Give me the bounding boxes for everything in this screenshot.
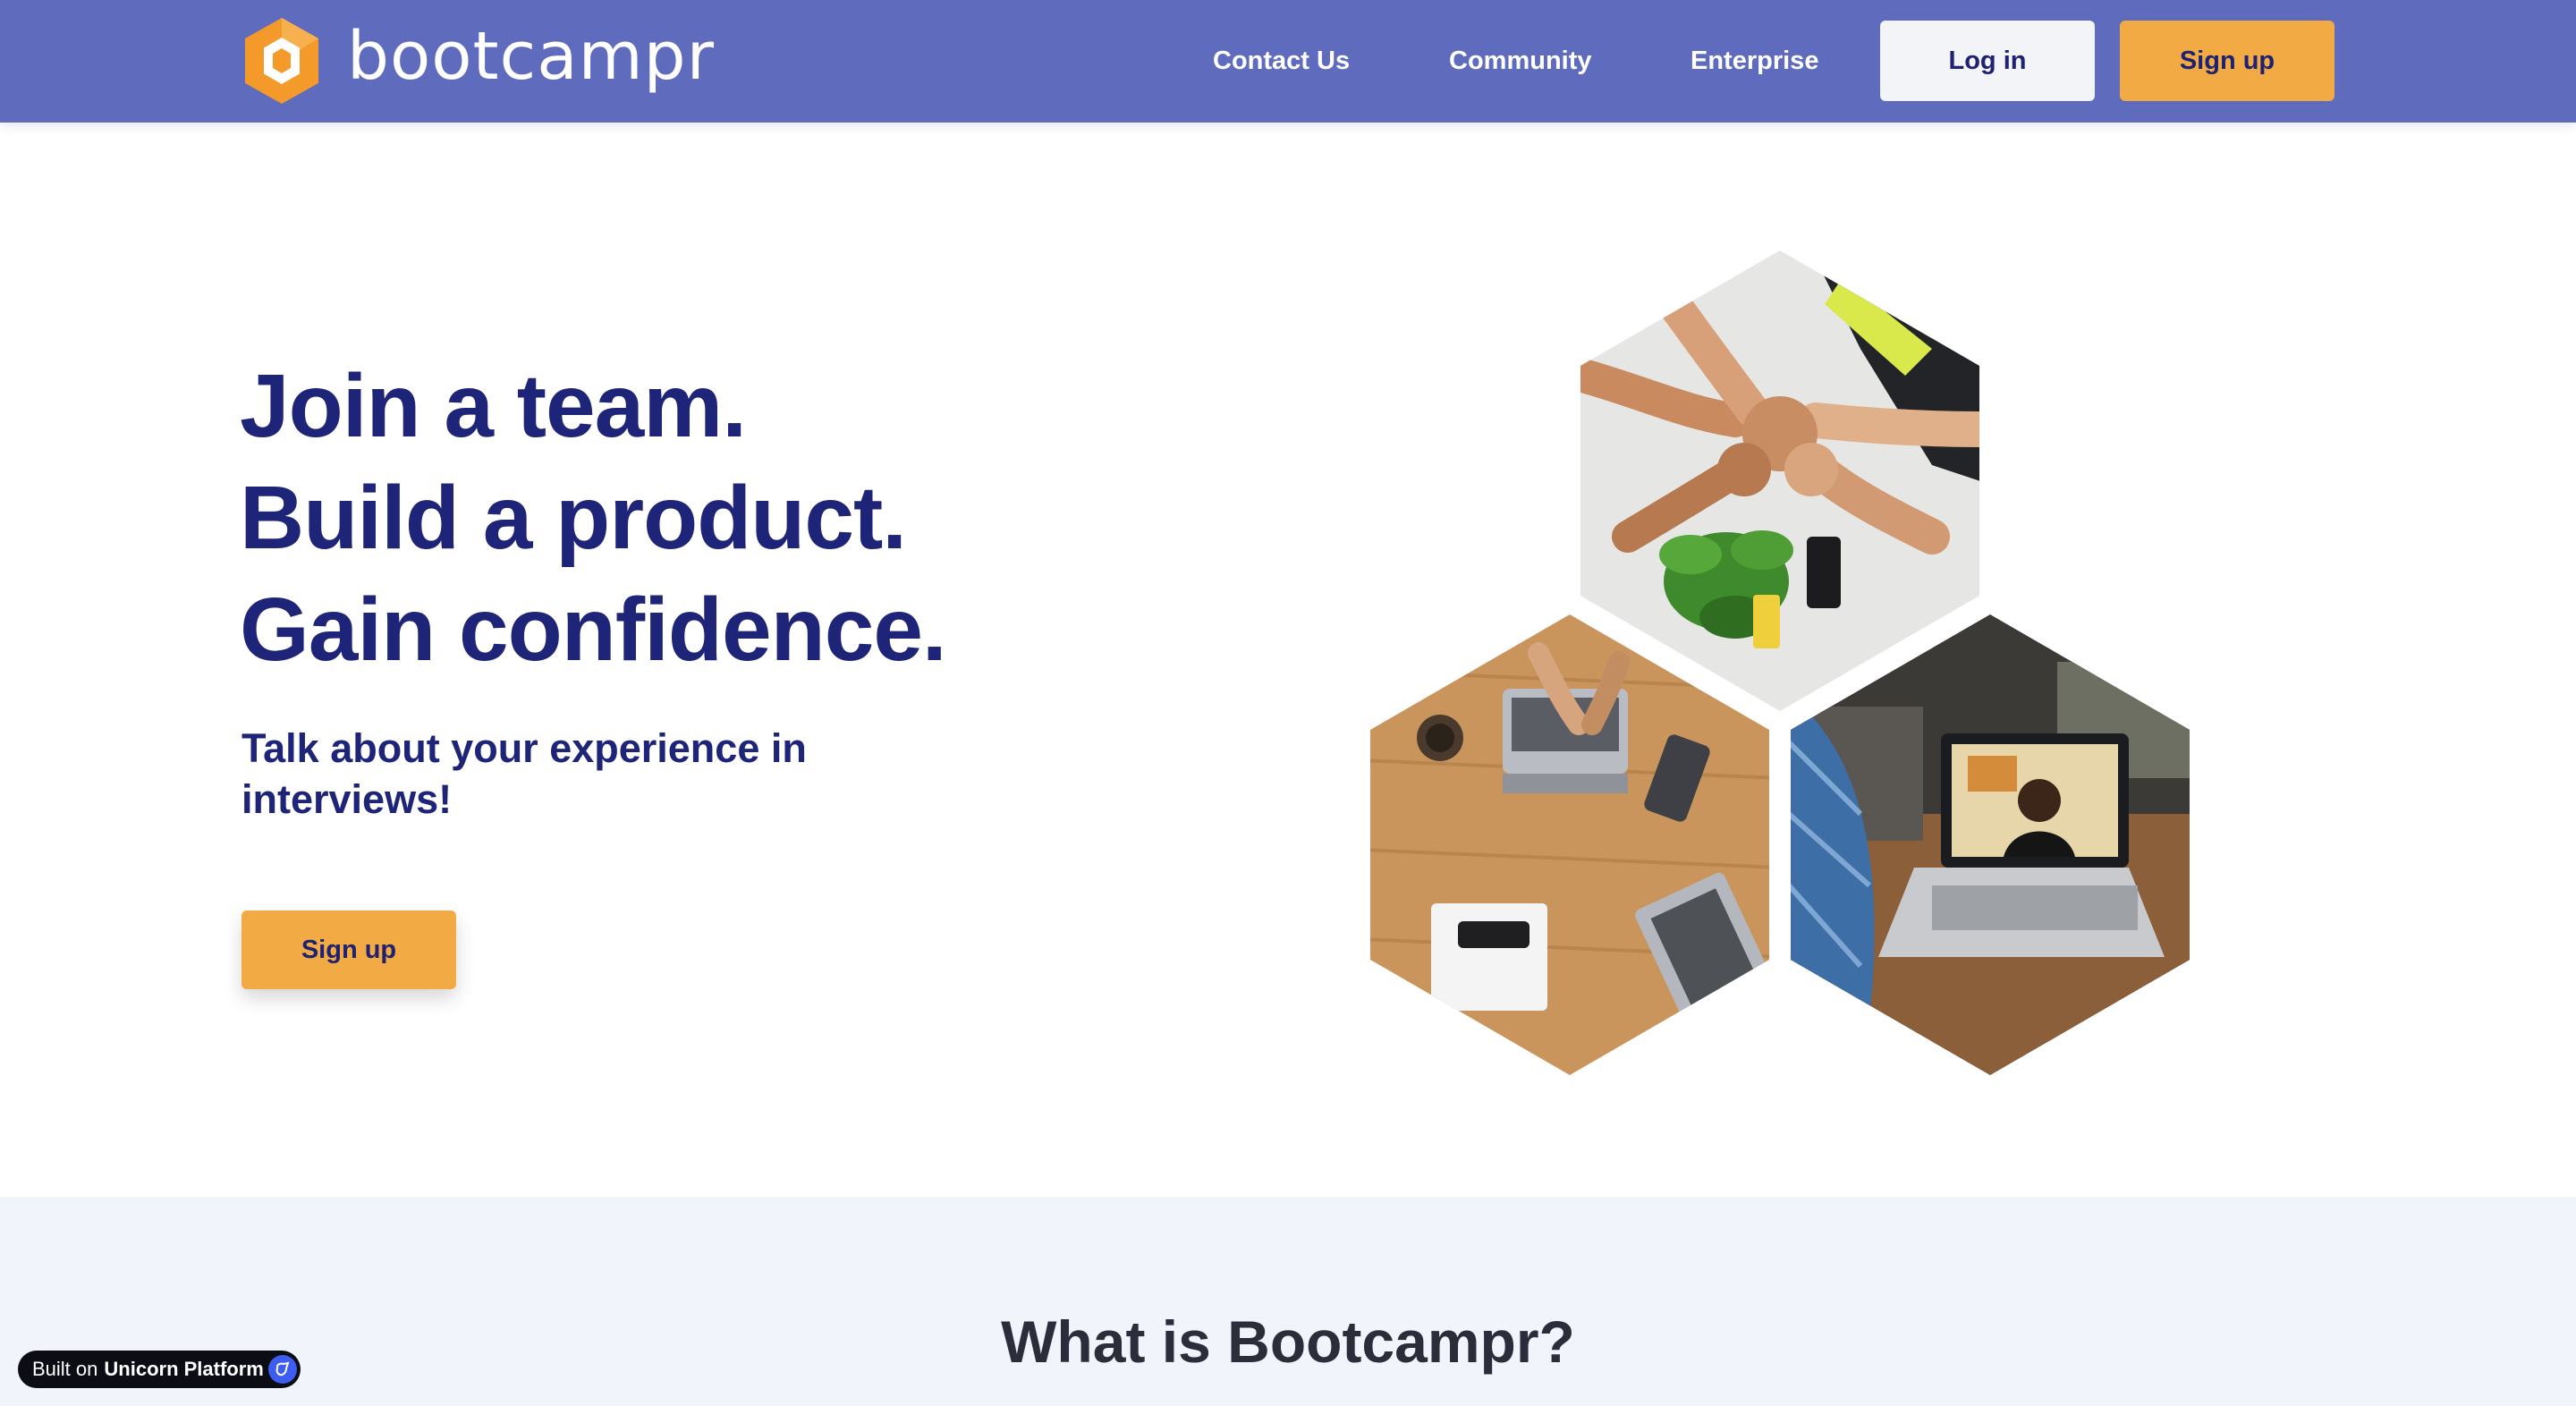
hexagon-logo-icon [245, 18, 318, 104]
photo-fist-bump [1580, 250, 1979, 711]
hero-subtitle: Talk about your experience in interviews… [242, 725, 807, 822]
login-button[interactable]: Log in [1880, 21, 2095, 101]
nav-link-enterprise[interactable]: Enterprise [1690, 39, 1818, 82]
built-on-badge[interactable]: Built on Unicorn Platform [18, 1351, 301, 1388]
brand-name: bootcampr [347, 18, 716, 95]
section-title-what-is: What is Bootcampr? [1001, 1309, 1575, 1375]
hero-headline-line-3: Gain confidence. [240, 580, 947, 680]
badge-brand: Unicorn Platform [104, 1358, 264, 1380]
brand-logo[interactable]: bootcampr [240, 14, 715, 107]
photo-video-call [1791, 614, 2190, 1075]
nav-link-contact-us[interactable]: Contact Us [1213, 39, 1350, 82]
unicorn-platform-icon [268, 1355, 297, 1384]
signup-button-nav[interactable]: Sign up [2120, 21, 2334, 101]
signup-button-hero[interactable]: Sign up [242, 911, 456, 989]
nav-link-community[interactable]: Community [1449, 39, 1592, 82]
hero-headline-line-2: Build a product. [240, 468, 907, 568]
hero-headline-line-1: Join a team. [240, 356, 747, 456]
hero-headline: Join a team. Build a product. Gain confi… [240, 351, 947, 686]
photo-laptops-table [1370, 614, 1769, 1075]
hexagon-image-cluster [1370, 250, 2190, 1075]
badge-prefix: Built on [32, 1358, 98, 1380]
top-navbar: bootcampr Contact Us Community Enterpris… [0, 0, 2576, 123]
